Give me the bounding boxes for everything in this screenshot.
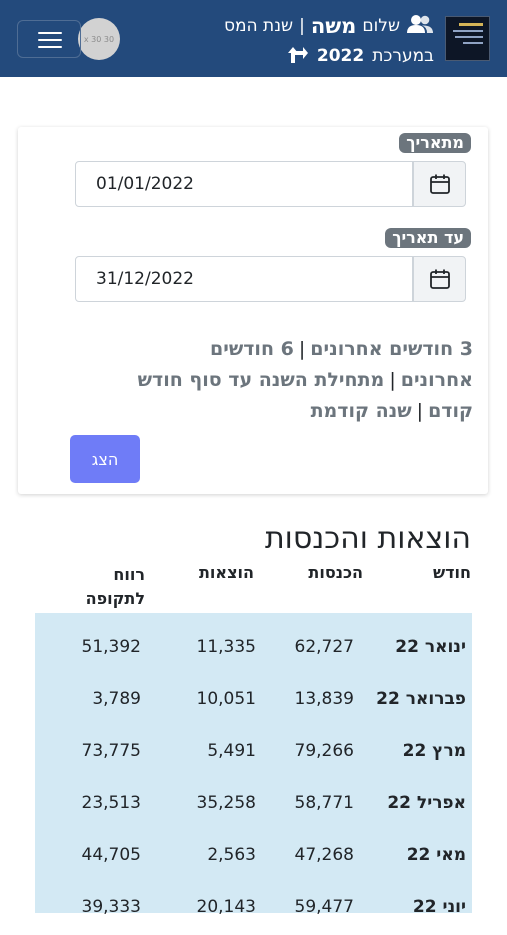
show-button[interactable]: הצג	[70, 435, 140, 483]
top-navbar: שלום משה | שנת המס במערכת 2022 30 x 30	[0, 0, 507, 77]
income-cell: 13,839	[294, 689, 354, 709]
users-icon	[406, 14, 434, 39]
expense-cell: 10,051	[196, 689, 256, 709]
user-name: משה	[310, 14, 357, 38]
calendar-icon	[429, 269, 450, 289]
profit-cell: 51,392	[81, 637, 141, 657]
profit-cell: 44,705	[81, 845, 141, 865]
month-cell: מרץ 22	[402, 741, 466, 761]
expense-cell: 2,563	[207, 845, 256, 865]
expense-cell: 5,491	[207, 741, 256, 761]
hamburger-icon	[38, 32, 62, 34]
month-cell: מאי 22	[406, 845, 466, 865]
hamburger-menu-button[interactable]	[17, 20, 81, 58]
column-header-month: חודש	[432, 563, 471, 582]
tax-year-label: שנת המס	[223, 16, 294, 36]
header-separator: |	[299, 16, 305, 36]
expense-cell: 35,258	[196, 793, 256, 813]
from-date-label: מתאריך	[399, 133, 471, 153]
to-date-label: עד תאריך	[385, 228, 471, 248]
report-title: הוצאות והכנסות	[264, 521, 471, 556]
report-table-body: ינואר 22 62,727 11,335 51,392 פברואר 22 …	[35, 613, 472, 917]
income-cell: 47,268	[294, 845, 354, 865]
profit-cell: 3,789	[92, 689, 141, 709]
shortcut-last-3-months[interactable]: 3 חודשים אחרונים	[310, 338, 473, 360]
to-date-calendar-button[interactable]	[413, 256, 466, 302]
switch-year-icon[interactable]	[287, 43, 309, 70]
profit-cell: 23,513	[81, 793, 141, 813]
expense-cell: 11,335	[196, 637, 256, 657]
in-system-label: במערכת	[372, 46, 434, 66]
tax-year-row: במערכת 2022	[287, 42, 434, 70]
table-row: ינואר 22 62,727 11,335 51,392	[35, 623, 472, 675]
table-row: פברואר 22 13,839 10,051 3,789	[35, 675, 472, 727]
tax-year-value: 2022	[316, 46, 365, 66]
date-filter-card: מתאריך 01/01/2022 עד תאריך 31/12/2022 3 …	[18, 127, 488, 494]
profit-cell: 73,775	[81, 741, 141, 761]
table-row: מאי 22 47,268 2,563 44,705	[35, 831, 472, 883]
income-cell: 59,477	[294, 897, 354, 917]
column-header-expenses: הוצאות	[199, 563, 254, 582]
app-logo[interactable]	[445, 16, 490, 61]
shortcut-separator: |	[389, 369, 396, 391]
calendar-icon	[429, 174, 450, 194]
from-date-calendar-button[interactable]	[413, 161, 466, 207]
greeting-text: שלום	[362, 16, 400, 36]
column-header-income: הכנסות	[308, 563, 363, 582]
to-date-input[interactable]: 31/12/2022	[75, 256, 413, 302]
table-row: יוני 22 59,477 20,143 39,333	[35, 883, 472, 935]
shortcut-separator: |	[298, 338, 306, 360]
date-range-shortcuts: 3 חודשים אחרונים|6 חודשים אחרונים|מתחילת…	[53, 334, 473, 427]
table-row: מרץ 22 79,266 5,491 73,775	[35, 727, 472, 779]
expense-cell: 20,143	[196, 897, 256, 917]
income-cell: 58,771	[294, 793, 354, 813]
avatar[interactable]: 30 x 30	[78, 18, 120, 60]
profit-cell: 39,333	[81, 897, 141, 917]
income-cell: 62,727	[294, 637, 354, 657]
table-row: אפריל 22 58,771 35,258 23,513	[35, 779, 472, 831]
user-greeting: שלום משה | שנת המס	[224, 12, 434, 40]
month-cell: אפריל 22	[387, 793, 466, 813]
income-cell: 79,266	[294, 741, 354, 761]
month-cell: יוני 22	[412, 897, 466, 917]
month-cell: פברואר 22	[376, 689, 466, 709]
shortcut-previous-year[interactable]: שנה קודמת	[311, 400, 412, 422]
column-header-profit: רווח לתקופה	[85, 565, 145, 608]
from-date-input[interactable]: 01/01/2022	[75, 161, 413, 207]
shortcut-separator: |	[416, 400, 424, 422]
month-cell: ינואר 22	[395, 637, 466, 657]
